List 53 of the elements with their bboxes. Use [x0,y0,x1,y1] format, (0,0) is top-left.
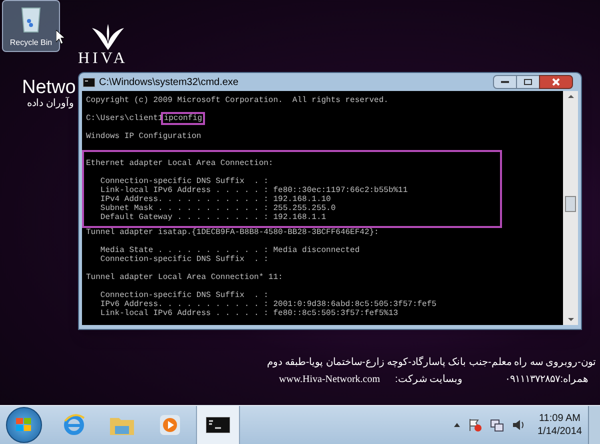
console-line: Ethernet adapter Local Area Connection: [86,159,274,168]
console-line: IPv4 Address. . . . . . . . . . . : 192.168.1.10 [99,195,331,204]
icon-label: Recycle Bin [10,37,52,49]
console-line: Tunnel adapter isatap.{1DECB9FA-B8B8-4580-BB28-3BCFF646EF42}: [86,228,379,237]
console-line: Subnet Mask . . . . . . . . . . . : 255.255.255.0 [99,204,336,213]
clock[interactable]: 11:09 AM 1/14/2014 [538,412,582,438]
tray-expand-icon[interactable] [454,423,460,427]
desktop-icon[interactable]: Recycle Bin [2,0,60,52]
scroll-up-icon [568,95,574,98]
scroll-thumb[interactable] [565,196,576,212]
console-line: Link-local IPv6 Address . . . . . : fe80::30ec:1197:66c2:b55b%11 [99,186,408,195]
window-title: C:\Windows\system32\cmd.exe [99,76,240,90]
console-line: Windows IP Configuration [86,132,202,141]
taskbar-app-button[interactable] [196,406,240,444]
clock-time: 11:09 AM [538,412,580,425]
console-command: ipconfig [162,114,204,123]
windows-logo-icon [16,418,32,432]
console-line: IPv6 Address. . . . . . . . . . . : 2001:0:9d38:6abd:8c5:505:3f57:fef5 [99,300,436,309]
minimize-icon [501,81,509,83]
website-text: www.Hiva-Network.com [279,375,380,385]
network-icon[interactable] [490,418,504,432]
phone-text: همراه:۰۹۱۱۱۳۷۲۸۵۷ [505,375,588,385]
pointer-icon [56,30,65,44]
trash-bin-icon [20,5,42,33]
scrollbar[interactable] [563,91,578,325]
flag-alert-icon[interactable] [468,418,482,432]
close-icon [552,78,560,86]
minimize-button[interactable] [493,75,517,89]
console-line: Copyright (c) 2009 Microsoft Corporation. All rights reserved. [86,96,388,105]
console-line: Tunnel adapter Local Area Connection* 11: [86,273,283,282]
website-label: وبسایت شرکت: [395,375,463,385]
play-icon [159,414,181,436]
speaker-icon[interactable] [512,419,526,431]
console-icon [83,78,95,86]
clock-date: 1/14/2014 [538,425,582,438]
console-line: Link-local IPv6 Address . . . . . : fe80::8c5:505:3f57:fef5%13 [99,309,398,318]
logo-text: HIVA [78,51,128,67]
close-button[interactable] [539,75,573,89]
console-line: Default Gateway . . . . . . . . . : 192.168.1.1 [99,213,326,222]
console-line: Connection-specific DNS Suffix . : [99,177,268,186]
console-icon [206,417,230,433]
wallpaper-subheading: وآوران داده [27,99,74,109]
maximize-icon [524,79,532,85]
browser-icon [62,413,86,437]
scroll-down-icon [568,318,574,321]
maximize-button[interactable] [517,75,539,89]
console-line: Connection-specific DNS Suffix . : [99,255,268,264]
start-button[interactable] [6,407,42,443]
console-line: Media State . . . . . . . . . . . : Media disconnected [99,246,360,255]
address-text: تون-روبروی سه راه معلم-جنب بانک پاسارگاد-کوچه زارع-ساختمان پویا-طبقه دوم [267,358,596,368]
console-line: Connection-specific DNS Suffix . : [99,291,268,300]
wallpaper-heading: Netwo [22,78,76,97]
console-prompt: C:\Users\client1 [86,114,163,123]
